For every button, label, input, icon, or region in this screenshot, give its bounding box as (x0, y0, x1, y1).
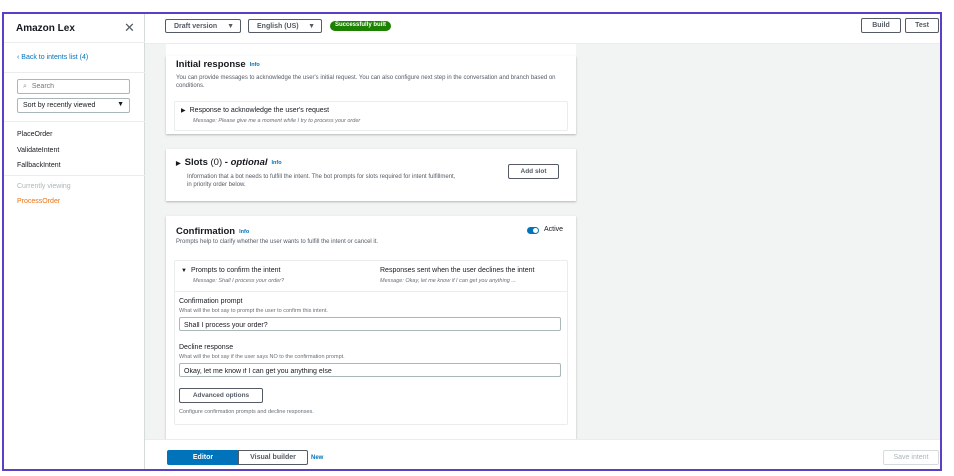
caret-down-icon: ▼ (117, 101, 124, 108)
info-link[interactable]: Info (272, 160, 282, 166)
divider (4, 42, 145, 43)
confirmation-title: Confirmation (176, 226, 236, 237)
advanced-options-button[interactable]: Advanced options (179, 388, 263, 403)
confirmation-prompt-input[interactable] (179, 317, 561, 331)
acknowledge-title: Response to acknowledge the user's reque… (189, 107, 330, 114)
sort-select[interactable]: Sort by recently viewed ▼ (17, 98, 130, 113)
info-link[interactable]: Info (250, 62, 260, 68)
prompts-message: Message: Shall I process your order? (193, 278, 285, 284)
language-dropdown[interactable]: English (US) ▼ (248, 19, 322, 33)
slots-optional: - optional (224, 157, 268, 168)
confirmation-footer-text: Configure confirmation prompts and decli… (179, 409, 314, 415)
expander-title: ▶ Response to acknowledge the user's requ… (181, 107, 329, 114)
acknowledge-response-expander[interactable]: ▶ Response to acknowledge the user's requ… (174, 101, 568, 131)
sidebar-item-processorder[interactable]: ProcessOrder (17, 198, 60, 205)
confirmation-panel: Confirmation Info Active Prompts help to … (166, 216, 576, 441)
confirmation-prompt-hint: What will the bot say to prompt the user… (179, 308, 328, 314)
slots-count: (0) (210, 157, 223, 168)
info-link[interactable]: Info (239, 229, 249, 235)
version-dropdown[interactable]: Draft version ▼ (165, 19, 241, 33)
divider (4, 72, 145, 73)
sidebar-item-validateintent[interactable]: ValidateIntent (17, 147, 59, 154)
decline-response-hint: What will the bot say if the user says N… (179, 354, 345, 360)
caret-right-icon: ▶ (181, 108, 186, 114)
sort-label: Sort by recently viewed (23, 102, 96, 109)
slots-panel: ▶ Slots (0) - optional Info Information th… (166, 149, 576, 201)
confirmation-description: Prompts help to clarify whether the user… (176, 239, 379, 245)
search-icon: ⌕ (23, 83, 27, 90)
slots-description: Information that a bot needs to fulfill … (187, 174, 456, 188)
caret-down-icon: ▼ (308, 23, 315, 30)
close-icon[interactable]: ✕ (124, 20, 135, 36)
initial-response-heading: Initial response Info (176, 59, 260, 70)
new-badge: New (311, 455, 324, 461)
decline-response-input[interactable] (179, 363, 561, 377)
intent-editor: Initial response Info You can provide mes… (145, 44, 940, 441)
sidebar-item-placeorder[interactable]: PlaceOrder (17, 131, 52, 138)
initial-response-description: You can provide messages to acknowledge … (176, 75, 556, 89)
active-label: Active (544, 226, 564, 233)
decline-message: Message: Okay, let me know if I can get … (380, 278, 516, 284)
acknowledge-message: Message: Please give me a moment while I… (193, 118, 361, 124)
divider (4, 175, 145, 176)
back-to-intents-link[interactable]: ‹ Back to intents list (4) (17, 54, 88, 61)
slots-title: Slots (184, 157, 208, 168)
back-link-label: Back to intents list (4) (21, 54, 89, 61)
active-toggle[interactable] (527, 227, 539, 234)
caret-down-icon: ▼ (181, 268, 187, 274)
intent-search[interactable]: ⌕ (17, 79, 130, 94)
sidebar-title: Amazon Lex (16, 23, 75, 34)
build-button[interactable]: Build (861, 18, 901, 33)
version-label: Draft version (174, 23, 218, 30)
decline-title: Responses sent when the user declines th… (380, 267, 535, 274)
language-label: English (US) (257, 23, 299, 30)
add-slot-button[interactable]: Add slot (508, 164, 559, 179)
sidebar: Amazon Lex ✕ ‹ Back to intents list (4) … (4, 14, 145, 469)
confirmation-heading: Confirmation Info (176, 226, 249, 237)
app-frame: Amazon Lex ✕ ‹ Back to intents list (4) … (2, 12, 942, 471)
caret-down-icon: ▼ (227, 23, 234, 30)
divider (4, 121, 145, 122)
prompts-expander-title[interactable]: ▼ Prompts to confirm the intent (181, 267, 280, 274)
currently-viewing-label: Currently viewing (17, 183, 71, 190)
save-intent-button[interactable]: Save intent (883, 450, 939, 465)
caret-right-icon: ▶ (176, 161, 181, 167)
test-button[interactable]: Test (905, 18, 939, 33)
initial-response-panel: Initial response Info You can provide mes… (166, 56, 576, 134)
visual-builder-tab[interactable]: Visual builder (238, 450, 308, 465)
confirmation-prompts-container: ▼ Prompts to confirm the intent Message: … (174, 260, 568, 425)
top-toolbar: Draft version ▼ English (US) ▼ Successfu… (145, 14, 940, 44)
search-input[interactable] (31, 83, 112, 90)
decline-response-label: Decline response (179, 344, 234, 351)
divider (175, 291, 567, 292)
sidebar-item-fallbackintent[interactable]: FallbackIntent (17, 162, 61, 169)
previous-panel-edge (166, 44, 576, 56)
initial-response-title: Initial response (176, 59, 246, 70)
editor-tab[interactable]: Editor (167, 450, 239, 465)
slots-heading: ▶ Slots (0) - optional Info (176, 157, 282, 168)
prompts-title: Prompts to confirm the intent (190, 267, 281, 274)
confirmation-prompt-label: Confirmation prompt (179, 298, 243, 305)
bottom-toolbar: Editor Visual builder New Save intent (145, 439, 940, 469)
build-status-badge: Successfully built (330, 21, 392, 31)
